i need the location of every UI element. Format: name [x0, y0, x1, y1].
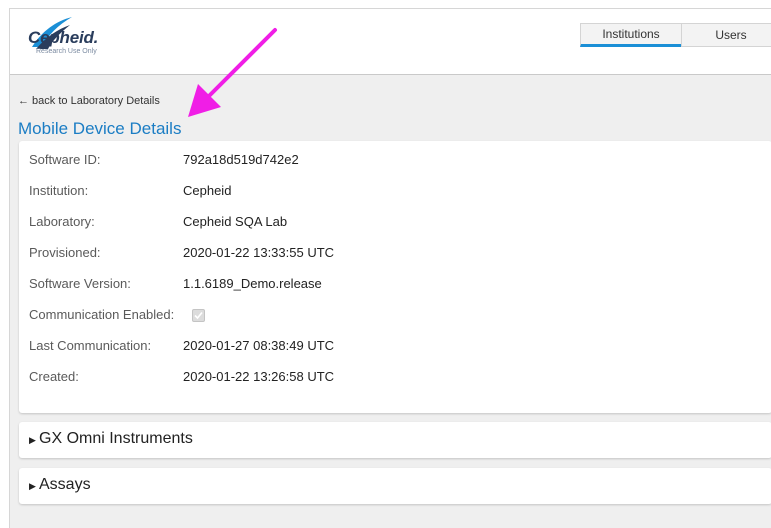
check-icon [194, 311, 203, 320]
logo-subtext: Research Use Only [36, 48, 97, 55]
caret-right-icon: ▶ [29, 481, 36, 491]
logo-wordmark: Cepheid. [28, 28, 99, 47]
detail-label: Laboratory: [29, 214, 95, 229]
back-to-laboratory-link[interactable]: ← back to Laboratory Details [18, 95, 160, 107]
tab-institutions[interactable]: Institutions [580, 23, 682, 47]
detail-value: Cepheid [183, 183, 232, 198]
detail-value: 2020-01-22 13:33:55 UTC [183, 245, 335, 260]
section-gx-omni-instruments[interactable]: ▶ GX Omni Instruments [19, 422, 771, 458]
detail-value: 1.1.6189_Demo.release [183, 276, 322, 291]
detail-value: 2020-01-27 08:38:49 UTC [183, 338, 335, 353]
detail-value: Cepheid SQA Lab [183, 214, 288, 229]
detail-label: Last Communication: [29, 338, 152, 353]
app-header: Cepheid. Research Use Only Institutions … [10, 9, 771, 75]
section-label: GX Omni Instruments [39, 430, 193, 447]
detail-label: Institution: [29, 183, 89, 198]
tab-users[interactable]: Users [681, 23, 771, 47]
detail-value: 2020-01-22 13:26:58 UTC [183, 369, 335, 384]
details-panel: Software ID: 792a18d519d742e2 Institutio… [19, 141, 771, 413]
section-label: Assays [39, 476, 91, 493]
detail-label: Created: [29, 369, 79, 384]
detail-label: Software ID: [29, 152, 101, 167]
page-title: Mobile Device Details [18, 119, 182, 138]
communication-enabled-checkbox [192, 309, 205, 322]
detail-value: 792a18d519d742e2 [183, 152, 299, 167]
detail-label: Software Version: [29, 276, 131, 291]
section-assays[interactable]: ▶ Assays [19, 468, 771, 504]
detail-label: Communication Enabled: [29, 307, 175, 322]
caret-right-icon: ▶ [29, 435, 36, 445]
detail-label: Provisioned: [29, 245, 101, 260]
app-window: Cepheid. Research Use Only Institutions … [9, 8, 771, 528]
